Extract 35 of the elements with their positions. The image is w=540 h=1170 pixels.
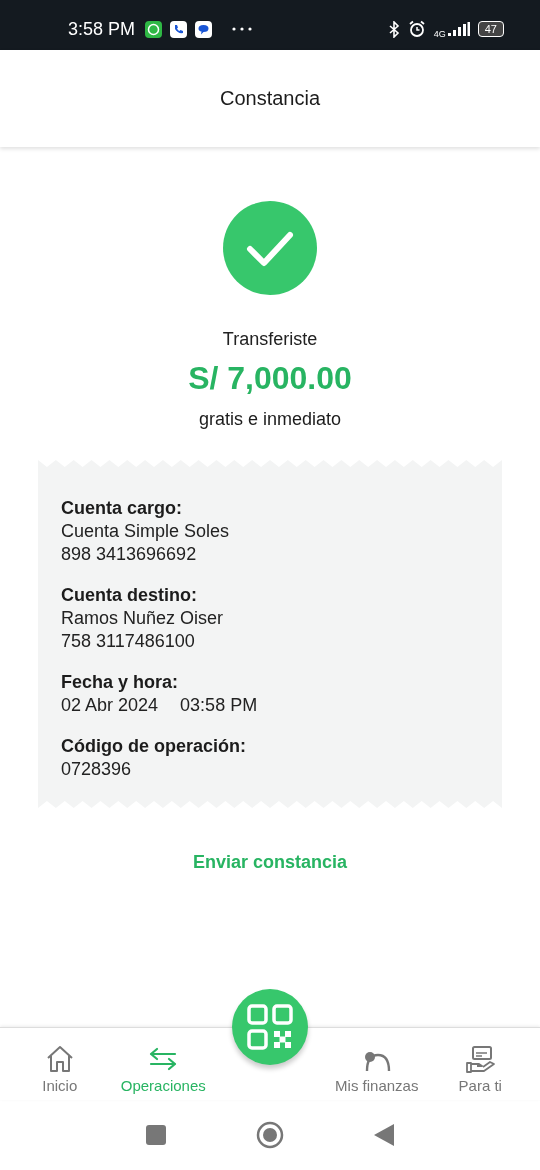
field-label: Fecha y hora:: [61, 672, 180, 693]
field-label: Cuenta cargo:: [61, 498, 184, 519]
nav-tab[interactable]: Mis finanzas: [325, 1034, 429, 1094]
back-icon[interactable]: [374, 1124, 394, 1146]
screen-title: Constancia: [219, 87, 321, 110]
alarm-icon: [407, 20, 426, 38]
transfer-amount: S/ 7,000.00: [188, 360, 352, 397]
message-icon: [195, 20, 213, 38]
nav-tab[interactable]: Inicio: [8, 1034, 112, 1094]
fee-note: gratis e inmediato: [198, 409, 342, 430]
send-receipt-link[interactable]: Enviar constancia: [192, 852, 348, 873]
battery-indicator: 47: [477, 21, 504, 37]
status-time: 3:58 PM: [68, 18, 136, 40]
field-label: Cuenta destino:: [61, 585, 198, 606]
card-in-hand-icon: [465, 1044, 496, 1073]
result-label: Transferiste: [222, 329, 318, 350]
field-label: Código de operación:: [61, 736, 247, 757]
home-button-icon[interactable]: [256, 1121, 284, 1149]
network-type: 4G: [433, 29, 446, 39]
field-value: Ramos Nuñez Oiser: [61, 608, 224, 629]
field-value: 898 3413696692: [61, 544, 197, 565]
field-value: Cuenta Simple Soles: [61, 521, 230, 542]
more-icon: [232, 27, 253, 31]
nav-tab[interactable]: Operaciones: [111, 1034, 215, 1094]
phone-icon: [170, 20, 188, 38]
chat-app-icon: [145, 20, 163, 38]
signal-icon: [447, 22, 470, 36]
field-value: 758 3117486100: [61, 631, 195, 652]
qr-code-icon: [246, 1003, 294, 1051]
field-value: 03:58 PM: [180, 695, 258, 716]
nav-tab[interactable]: Para ti: [428, 1034, 532, 1094]
success-check-icon: [223, 201, 317, 295]
field-value: 0728396: [61, 759, 132, 780]
field-value: 02 Abr 2024: [61, 695, 159, 716]
bluetooth-icon: [388, 20, 400, 38]
